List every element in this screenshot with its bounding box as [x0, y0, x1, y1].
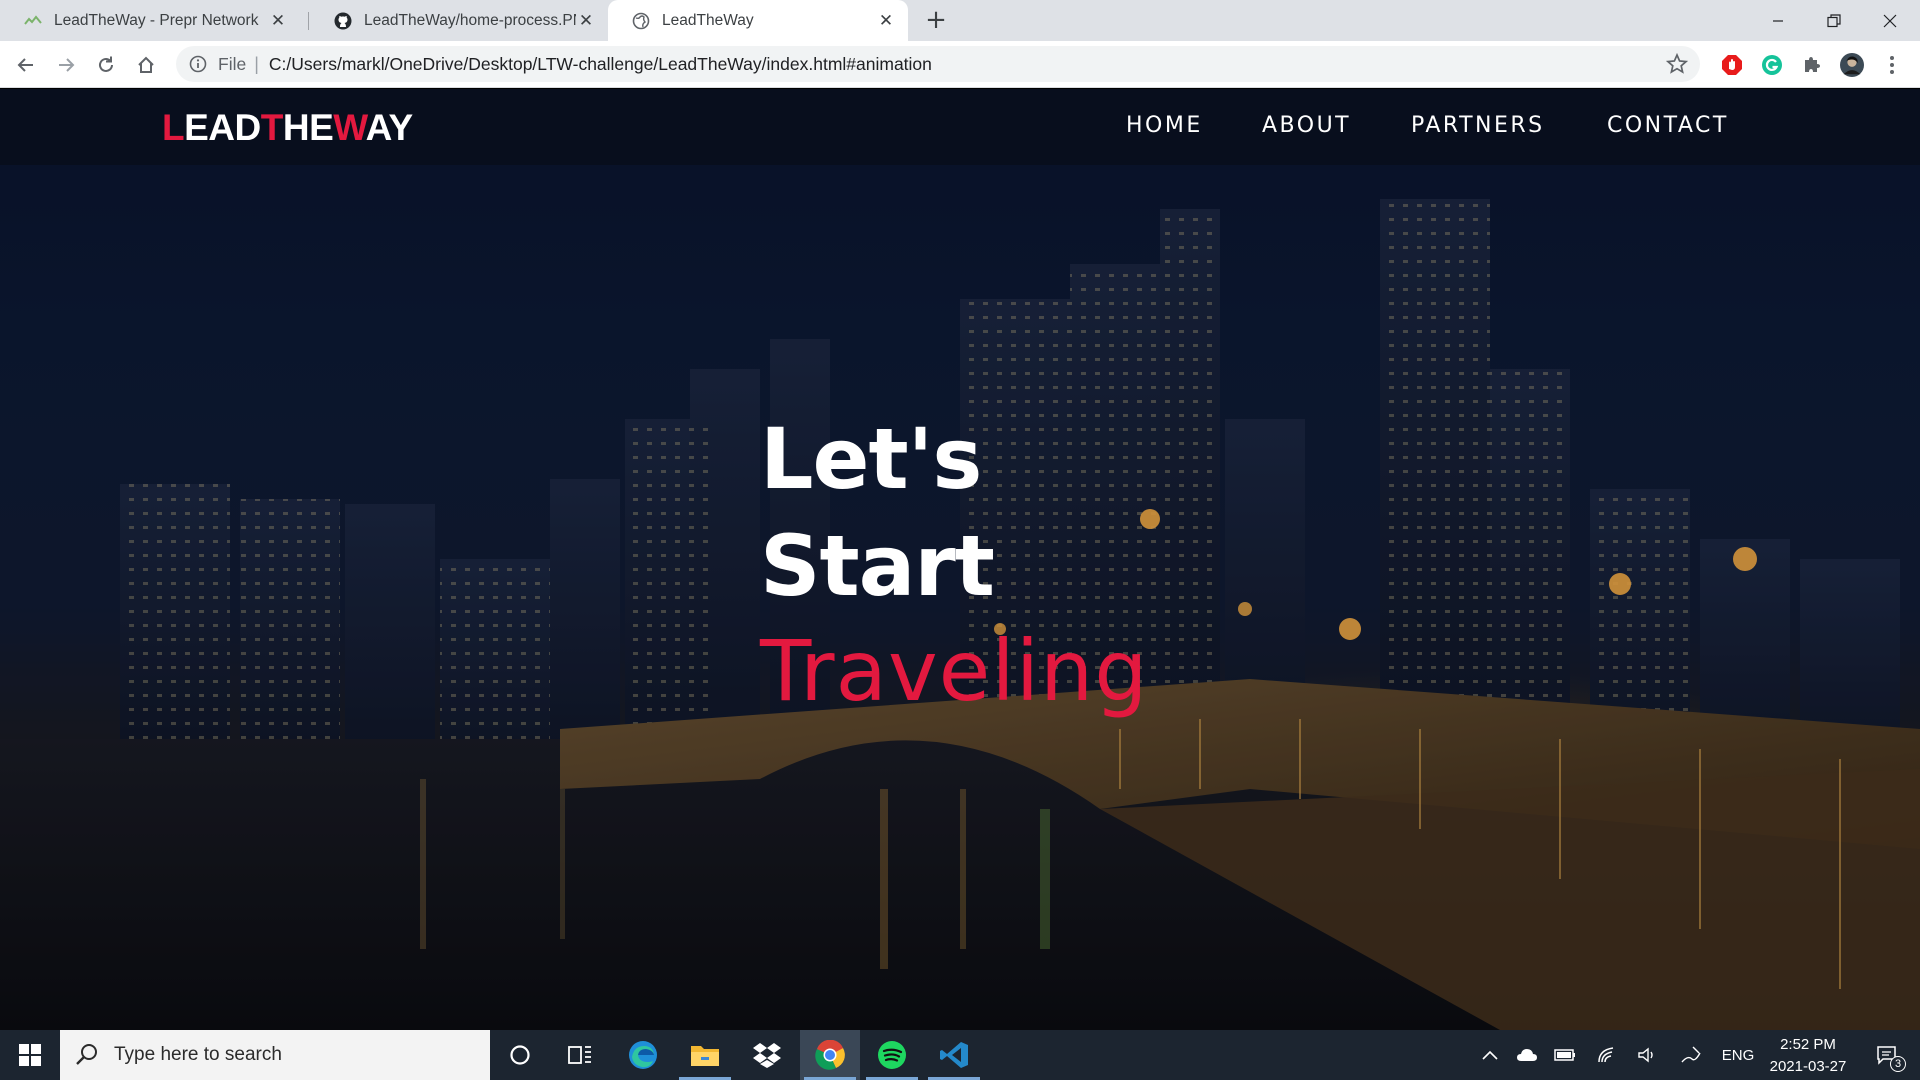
restore-button[interactable]	[1806, 0, 1862, 41]
task-view-icon[interactable]	[550, 1030, 610, 1080]
file-explorer-icon[interactable]	[675, 1030, 735, 1080]
tab-title: LeadTheWay - Prepr Network	[54, 11, 259, 29]
forward-button[interactable]	[48, 47, 84, 83]
search-placeholder: Type here to search	[114, 1044, 282, 1065]
browser-toolbar: File | C:/Users/markl/OneDrive/Desktop/L…	[0, 41, 1920, 88]
wifi-icon[interactable]	[1592, 1030, 1622, 1080]
home-button[interactable]	[128, 47, 164, 83]
tab-title: LeadTheWay/home-process.PNG	[364, 11, 576, 29]
nav-link-about[interactable]: ABOUT	[1262, 113, 1351, 138]
hero-heading-line-3: Traveling	[760, 622, 1149, 720]
nav-link-home[interactable]: HOME	[1126, 113, 1203, 138]
adblock-icon[interactable]	[1720, 53, 1744, 77]
hero-heading-line-2: Start	[760, 517, 995, 615]
kebab-menu-icon[interactable]	[1880, 53, 1904, 77]
site-header: LEADTHEWAY HOME ABOUT PARTNERS CONTACT	[0, 89, 1920, 165]
input-language-indicator[interactable]: ENG	[1718, 1030, 1758, 1080]
globe-icon	[632, 12, 650, 30]
tab-prepr[interactable]: LeadTheWay - Prepr Network ✕	[0, 0, 300, 41]
windows-logo-icon	[19, 1044, 41, 1066]
tab-title: LeadTheWay	[662, 11, 754, 29]
back-arrow-icon	[17, 58, 33, 72]
nav-link-partners[interactable]: PARTNERS	[1411, 113, 1545, 138]
dropbox-icon[interactable]	[737, 1030, 797, 1080]
hero-heading-line-1: Let's	[760, 410, 982, 508]
address-bar[interactable]: File | C:/Users/markl/OneDrive/Desktop/L…	[176, 46, 1700, 82]
scheme-separator: |	[254, 53, 259, 74]
info-icon[interactable]	[188, 54, 208, 74]
site-logo[interactable]: LEADTHEWAY	[162, 107, 413, 149]
reload-icon	[99, 56, 113, 72]
search-icon	[76, 1044, 97, 1065]
clock-date: 2021-03-27	[1769, 1058, 1847, 1075]
taskbar-search-box[interactable]: Type here to search	[60, 1030, 490, 1080]
puzzle-extensions-icon[interactable]	[1800, 53, 1824, 77]
github-icon	[334, 12, 352, 30]
onedrive-cloud-icon[interactable]	[1512, 1030, 1542, 1080]
tab-github[interactable]: LeadTheWay/home-process.PNG ✕	[310, 0, 608, 41]
bookmark-star-icon[interactable]	[1665, 52, 1689, 75]
profile-avatar-icon[interactable]	[1840, 53, 1864, 77]
cortana-icon[interactable]	[490, 1030, 550, 1080]
browser-tab-strip: LeadTheWay - Prepr Network ✕ LeadTheWay/…	[0, 0, 1920, 41]
chevron-up-icon[interactable]	[1475, 1030, 1505, 1080]
pen-ink-icon[interactable]	[1676, 1030, 1706, 1080]
notification-count-badge: 3	[1890, 1056, 1906, 1072]
windows-taskbar: Type here to search ENG 2:52 PM 2021-03-…	[0, 1030, 1920, 1080]
url-text[interactable]: C:/Users/markl/OneDrive/Desktop/LTW-chal…	[269, 54, 932, 75]
close-icon[interactable]: ✕	[576, 11, 596, 31]
vscode-icon[interactable]	[924, 1030, 984, 1080]
scheme-label: File	[218, 53, 247, 74]
back-button[interactable]	[8, 47, 44, 83]
page-viewport: LEADTHEWAY HOME ABOUT PARTNERS CONTACT L…	[0, 89, 1920, 1030]
volume-icon[interactable]	[1632, 1030, 1662, 1080]
clock-time: 2:52 PM	[1780, 1036, 1836, 1053]
windows-start-button[interactable]	[0, 1030, 60, 1080]
nav-link-contact[interactable]: CONTACT	[1607, 113, 1729, 138]
reload-button[interactable]	[88, 47, 124, 83]
home-icon	[138, 56, 154, 73]
prepr-favicon-icon	[24, 12, 42, 30]
close-icon[interactable]: ✕	[268, 11, 288, 31]
spotify-icon[interactable]	[862, 1030, 922, 1080]
grammarly-icon[interactable]	[1760, 53, 1784, 77]
tab-divider	[308, 12, 309, 30]
minimize-button[interactable]	[1750, 0, 1806, 41]
chrome-icon[interactable]	[800, 1030, 860, 1080]
close-window-button[interactable]	[1862, 0, 1918, 41]
battery-icon[interactable]	[1550, 1030, 1580, 1080]
notification-center-icon[interactable]: 3	[1862, 1030, 1912, 1080]
new-tab-button[interactable]: +	[920, 4, 952, 36]
forward-arrow-icon	[59, 58, 75, 72]
edge-icon[interactable]	[613, 1030, 673, 1080]
close-icon[interactable]: ✕	[876, 11, 896, 31]
system-clock[interactable]: 2:52 PM 2021-03-27	[1760, 1034, 1856, 1078]
tab-leadtheway-active[interactable]: LeadTheWay ✕	[608, 0, 908, 41]
